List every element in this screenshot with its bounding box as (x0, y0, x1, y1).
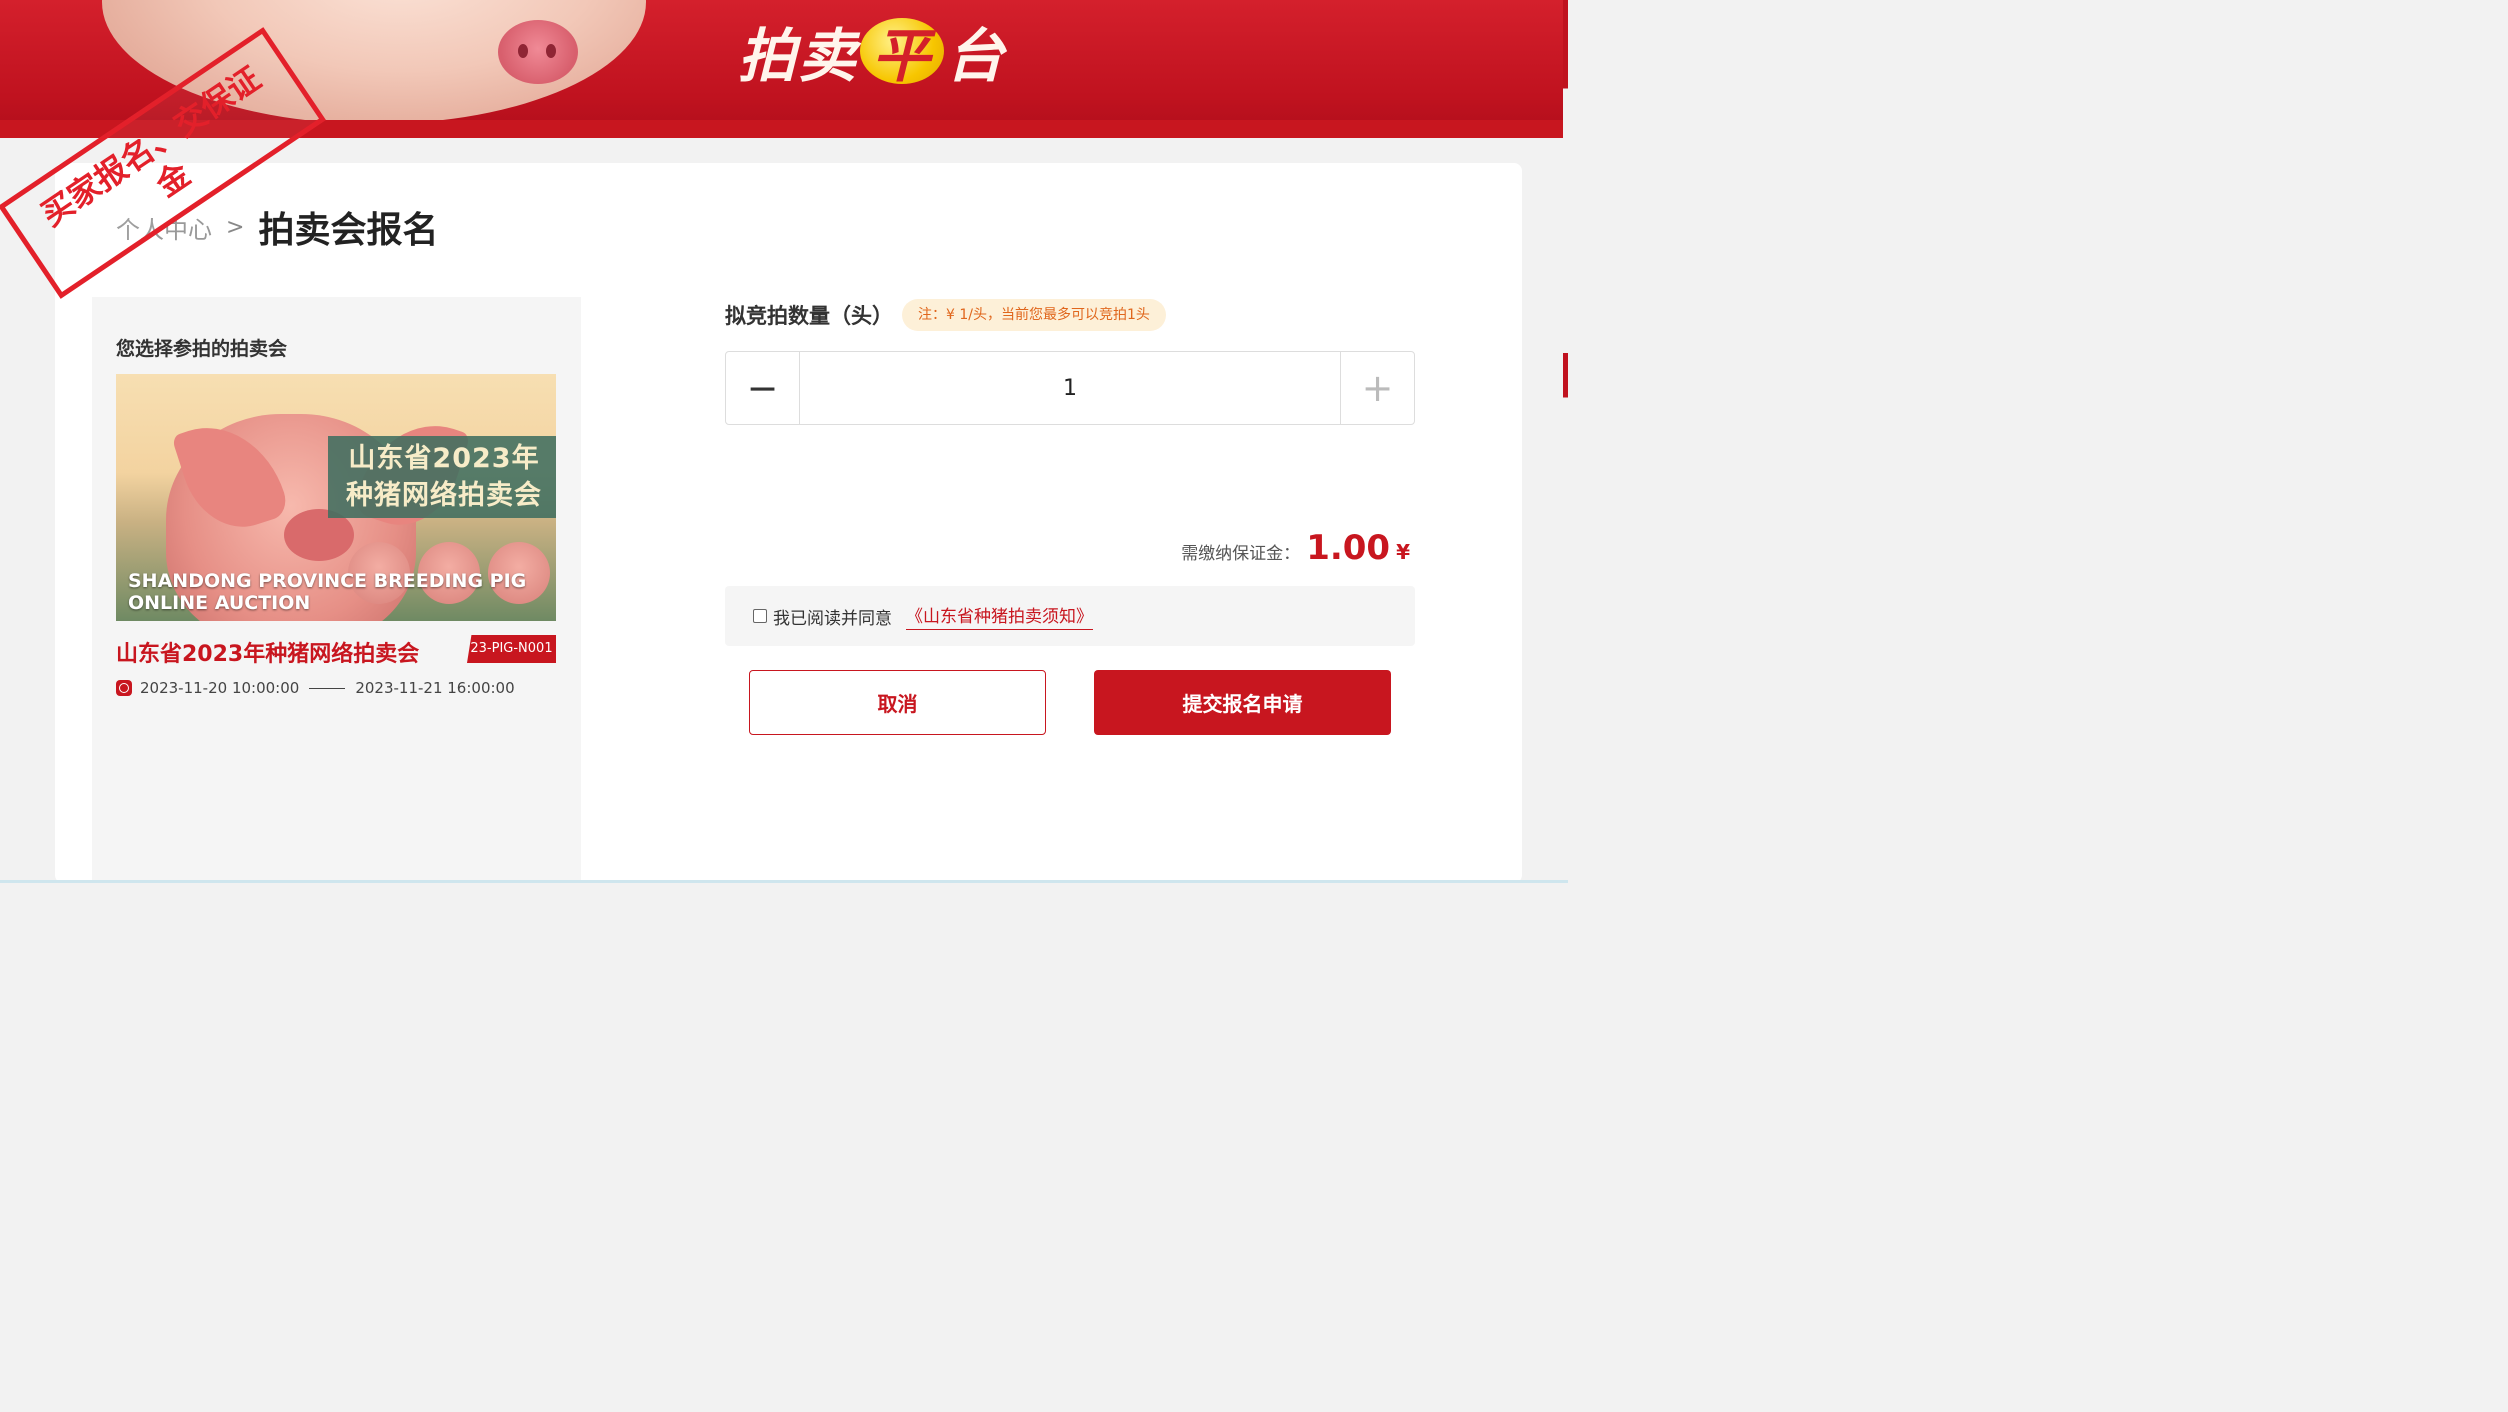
right-edge-decoration (1563, 0, 1568, 883)
auction-start-time: 2023-11-20 10:00:00 (140, 679, 300, 697)
auction-time-range: 2023-11-20 10:00:00 2023-11-21 16:00:00 (116, 677, 515, 699)
increment-button[interactable]: + (1340, 352, 1414, 424)
breadcrumb-separator-icon: > (226, 214, 245, 240)
auction-poster-image: 山东省2023年 种猪网络拍卖会 SHANDONG PROVINCE BREED… (116, 374, 556, 621)
submit-application-button[interactable]: 提交报名申请 (1094, 670, 1391, 735)
auction-end-time: 2023-11-21 16:00:00 (355, 679, 515, 697)
poster-title-en-line1: SHANDONG PROVINCE BREEDING PIG (128, 570, 527, 592)
cancel-button[interactable]: 取消 (749, 670, 1046, 735)
deposit-amount: 1.00 (1306, 528, 1391, 568)
pig-snout (498, 20, 578, 84)
bottom-divider (0, 880, 1568, 883)
poster-pig-ear-left (171, 408, 291, 542)
quantity-note-badge: 注：¥ 1/头，当前您最多可以竞拍1头 (902, 299, 1166, 331)
deposit-currency: ¥ (1396, 540, 1410, 564)
banner-title-prefix: 拍卖 (738, 22, 859, 90)
poster-title-cn: 山东省2023年 种猪网络拍卖会 (334, 440, 554, 514)
banner-title-coin: 平 (860, 18, 945, 90)
quantity-stepper: − + (725, 351, 1415, 425)
poster-title-en: SHANDONG PROVINCE BREEDING PIG ONLINE AU… (128, 570, 526, 614)
quantity-input[interactable] (800, 352, 1340, 424)
auction-rules-link[interactable]: 《山东省种猪拍卖须知》 (906, 602, 1093, 630)
pig-nostril-right (546, 44, 556, 58)
banner-title-suffix: 台 (946, 22, 1007, 90)
poster-title-cn-line1: 山东省2023年 (348, 443, 540, 474)
decrement-button[interactable]: − (726, 352, 800, 424)
clock-icon (116, 680, 132, 696)
time-range-dash (309, 687, 346, 689)
agreement-row: 我已阅读并同意 《山东省种猪拍卖须知》 (725, 586, 1415, 646)
deposit-label: 需缴纳保证金： (1181, 544, 1301, 564)
auction-title[interactable]: 山东省2023年种猪网络拍卖会 (116, 636, 419, 668)
agree-checkbox[interactable] (753, 609, 767, 623)
banner-title: 拍卖 平 台 (738, 18, 1006, 90)
poster-title-cn-line2: 种猪网络拍卖会 (346, 480, 542, 511)
deposit-summary: 需缴纳保证金： 1.00 ¥ (1181, 528, 1410, 574)
poster-title-en-line2: ONLINE AUCTION (128, 592, 311, 614)
agree-text: 我已阅读并同意 (773, 608, 892, 629)
quantity-label: 拟竞拍数量（头） (725, 304, 893, 328)
auction-panel-heading: 您选择参拍的拍卖会 (116, 338, 288, 360)
pig-nostril-left (518, 44, 528, 58)
auction-code-badge: 23-PIG-N001 (467, 635, 556, 663)
page-title: 拍卖会报名 (258, 210, 439, 251)
